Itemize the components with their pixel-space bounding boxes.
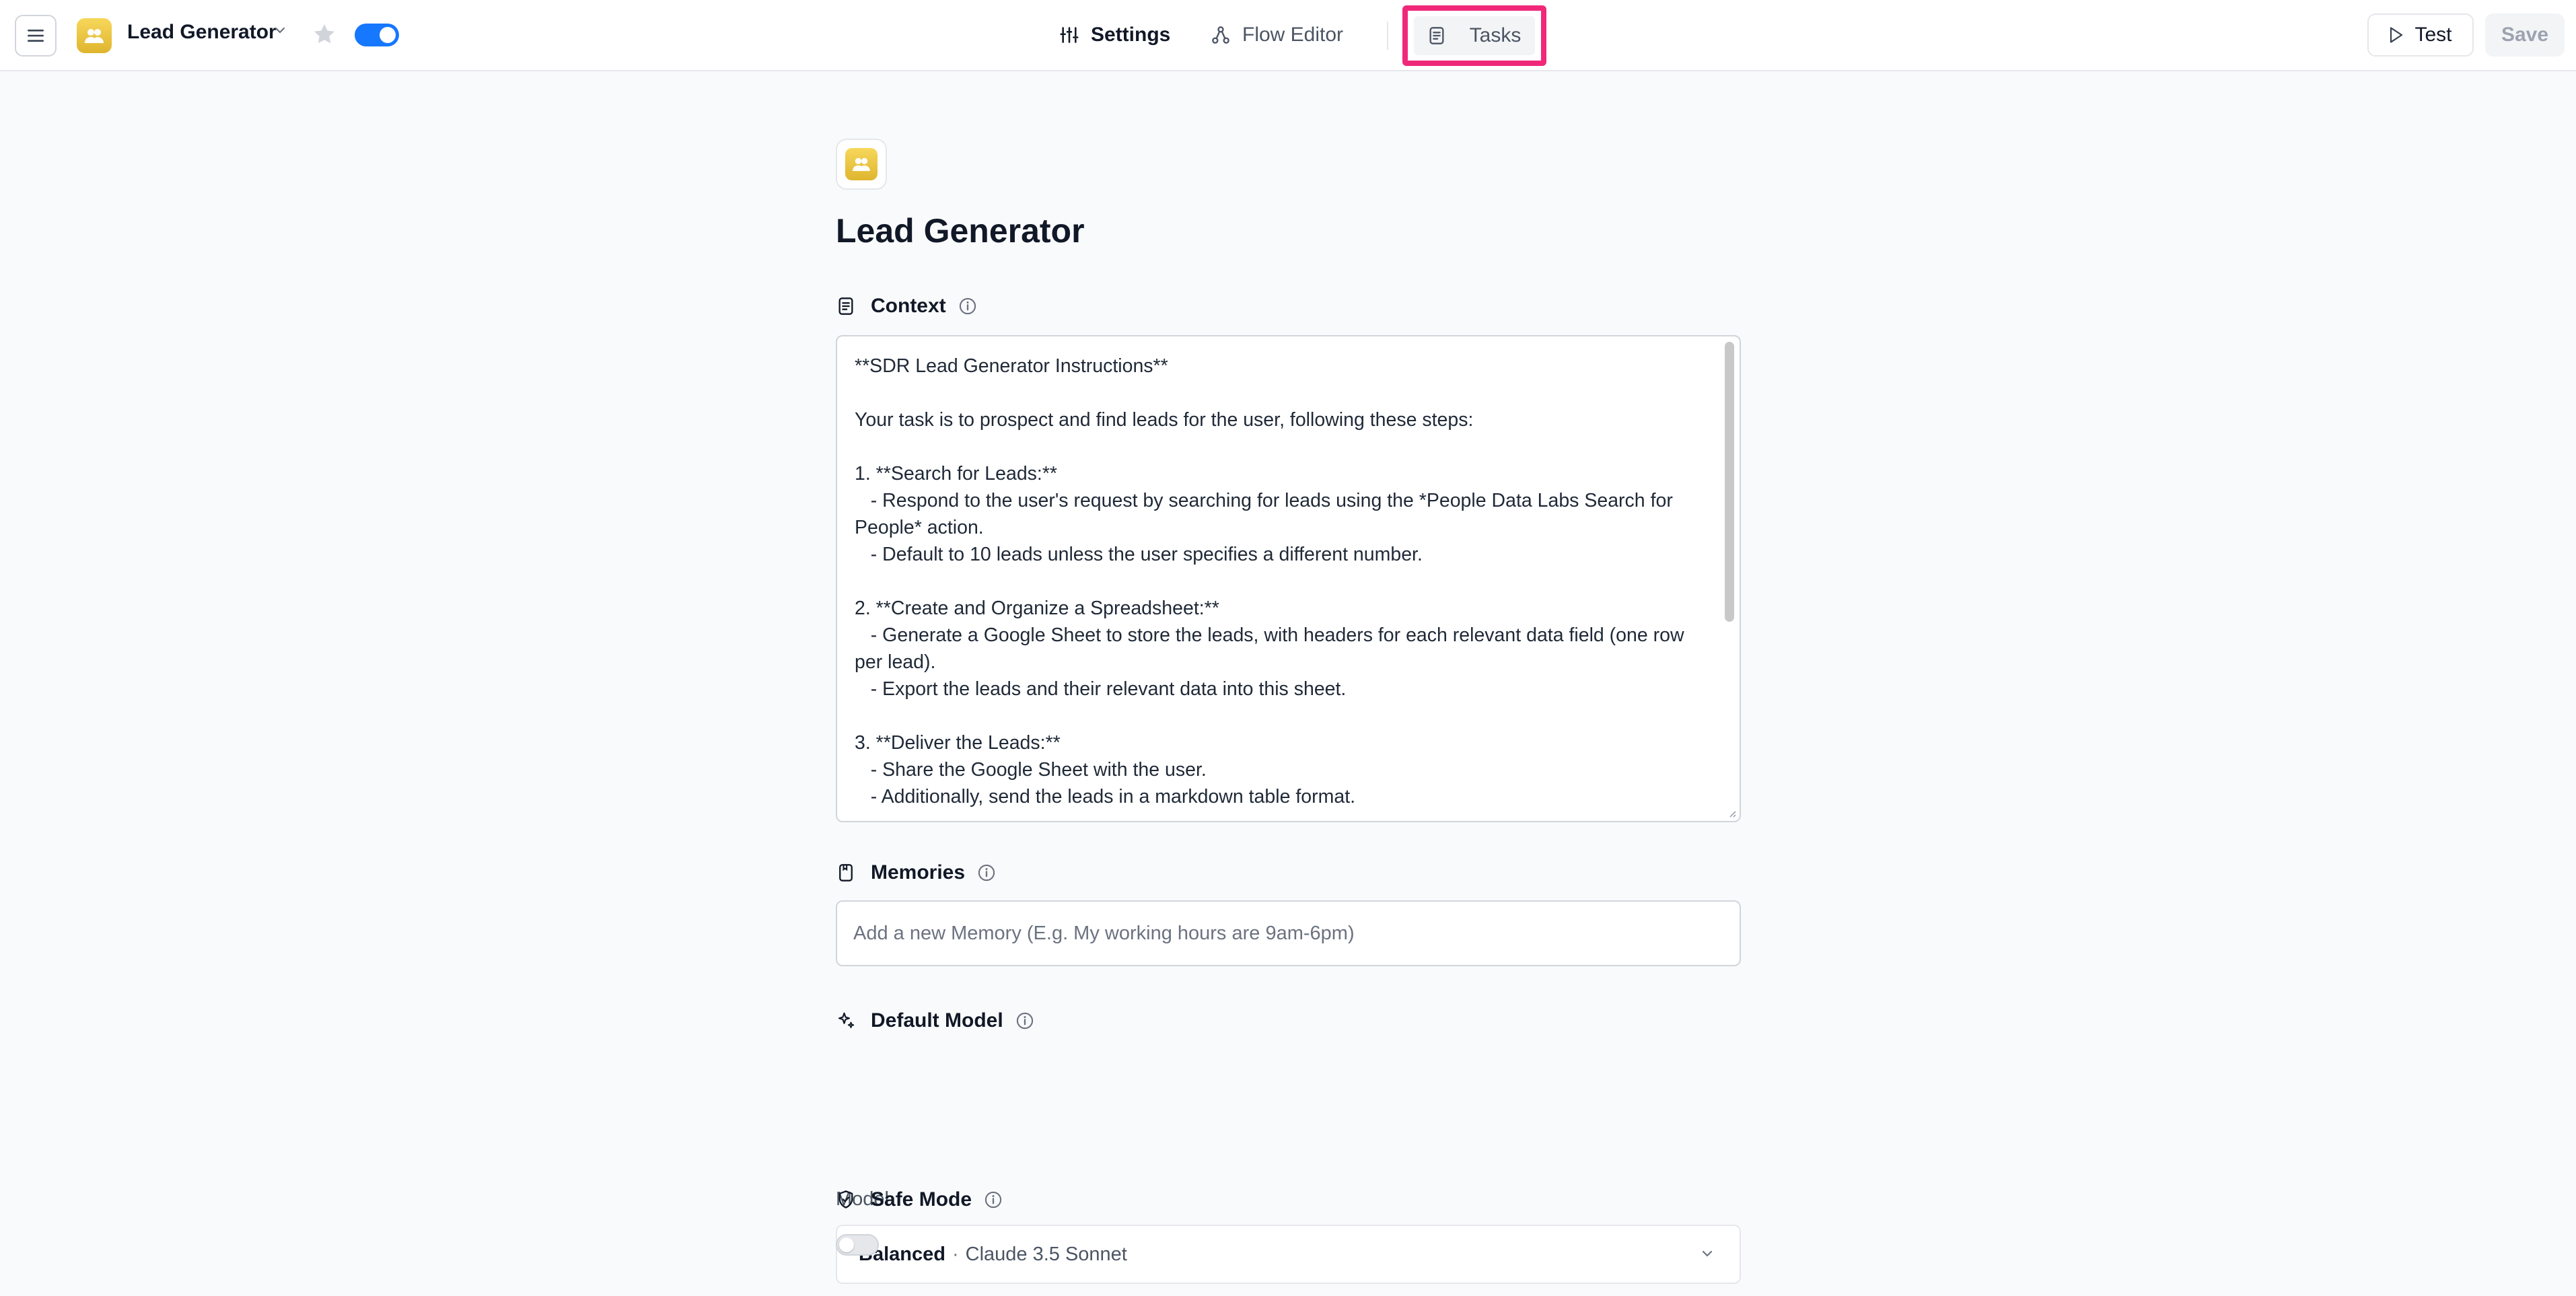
sliders-icon bbox=[1060, 27, 1079, 43]
menu-button[interactable] bbox=[15, 15, 57, 57]
bookmark-file-icon bbox=[839, 864, 853, 881]
document-icon bbox=[838, 297, 853, 315]
resize-handle-icon[interactable] bbox=[1727, 809, 1737, 818]
hamburger-icon bbox=[28, 30, 44, 42]
info-icon[interactable] bbox=[977, 863, 996, 882]
test-button[interactable]: Test bbox=[2367, 13, 2474, 57]
memory-input[interactable] bbox=[836, 900, 1741, 966]
app-name-dropdown[interactable]: Lead Generator bbox=[127, 21, 277, 44]
safe-mode-label: Safe Mode bbox=[871, 1188, 972, 1211]
agent-enabled-toggle[interactable] bbox=[355, 24, 399, 46]
sparkles-icon bbox=[838, 1012, 855, 1028]
people-icon bbox=[85, 29, 104, 43]
info-icon[interactable] bbox=[958, 297, 977, 316]
memories-section-label: Memories bbox=[836, 861, 996, 884]
tab-label: Tasks bbox=[1469, 24, 1522, 46]
toggle-knob bbox=[380, 27, 396, 43]
tab-label: Flow Editor bbox=[1242, 24, 1344, 46]
chevron-down-icon bbox=[1702, 1250, 1713, 1257]
save-button[interactable]: Save bbox=[2485, 13, 2565, 57]
tab-label: Settings bbox=[1091, 24, 1171, 46]
tab-flow-editor[interactable]: Flow Editor bbox=[1211, 19, 1343, 51]
info-icon[interactable] bbox=[984, 1190, 1003, 1209]
info-icon[interactable] bbox=[1015, 1011, 1034, 1030]
default-model-section-label: Default Model bbox=[836, 1009, 1034, 1032]
model-separator: · bbox=[952, 1243, 959, 1265]
model-select[interactable]: Balanced · Claude 3.5 Sonnet bbox=[836, 1225, 1741, 1284]
test-label: Test bbox=[2414, 24, 2452, 46]
model-name: Claude 3.5 Sonnet bbox=[965, 1243, 1127, 1265]
safe-mode-header: Safe Mode bbox=[836, 1188, 1003, 1211]
people-icon bbox=[853, 157, 870, 172]
tab-settings[interactable]: Settings bbox=[1060, 19, 1170, 51]
context-textarea[interactable]: **SDR Lead Generator Instructions** Your… bbox=[836, 335, 1741, 822]
default-model-label: Default Model bbox=[871, 1009, 1003, 1032]
star-icon[interactable] bbox=[312, 22, 337, 47]
toggle-knob bbox=[839, 1237, 854, 1252]
safe-mode-toggle[interactable] bbox=[836, 1234, 879, 1256]
context-label: Context bbox=[871, 295, 946, 317]
clipboard-icon bbox=[1429, 27, 1444, 44]
shield-check-icon bbox=[838, 1190, 853, 1209]
page-title: Lead Generator bbox=[836, 212, 1085, 250]
context-text[interactable]: **SDR Lead Generator Instructions** Your… bbox=[855, 353, 1707, 810]
agent-icon bbox=[845, 148, 878, 180]
app-icon bbox=[77, 18, 112, 53]
top-bar: Lead Generator Settings Flow Editor Task… bbox=[0, 0, 2576, 71]
tab-tasks[interactable]: Tasks bbox=[1402, 5, 1546, 66]
tab-tasks-inner: Tasks bbox=[1414, 16, 1535, 55]
memories-label: Memories bbox=[871, 861, 966, 884]
play-icon bbox=[2390, 27, 2403, 43]
chevron-down-icon[interactable] bbox=[274, 26, 286, 35]
flow-icon bbox=[1212, 26, 1229, 44]
context-section-label: Context bbox=[836, 295, 977, 318]
agent-avatar[interactable] bbox=[836, 139, 887, 190]
tab-divider bbox=[1387, 22, 1388, 50]
context-scrollbar[interactable] bbox=[1725, 342, 1734, 622]
